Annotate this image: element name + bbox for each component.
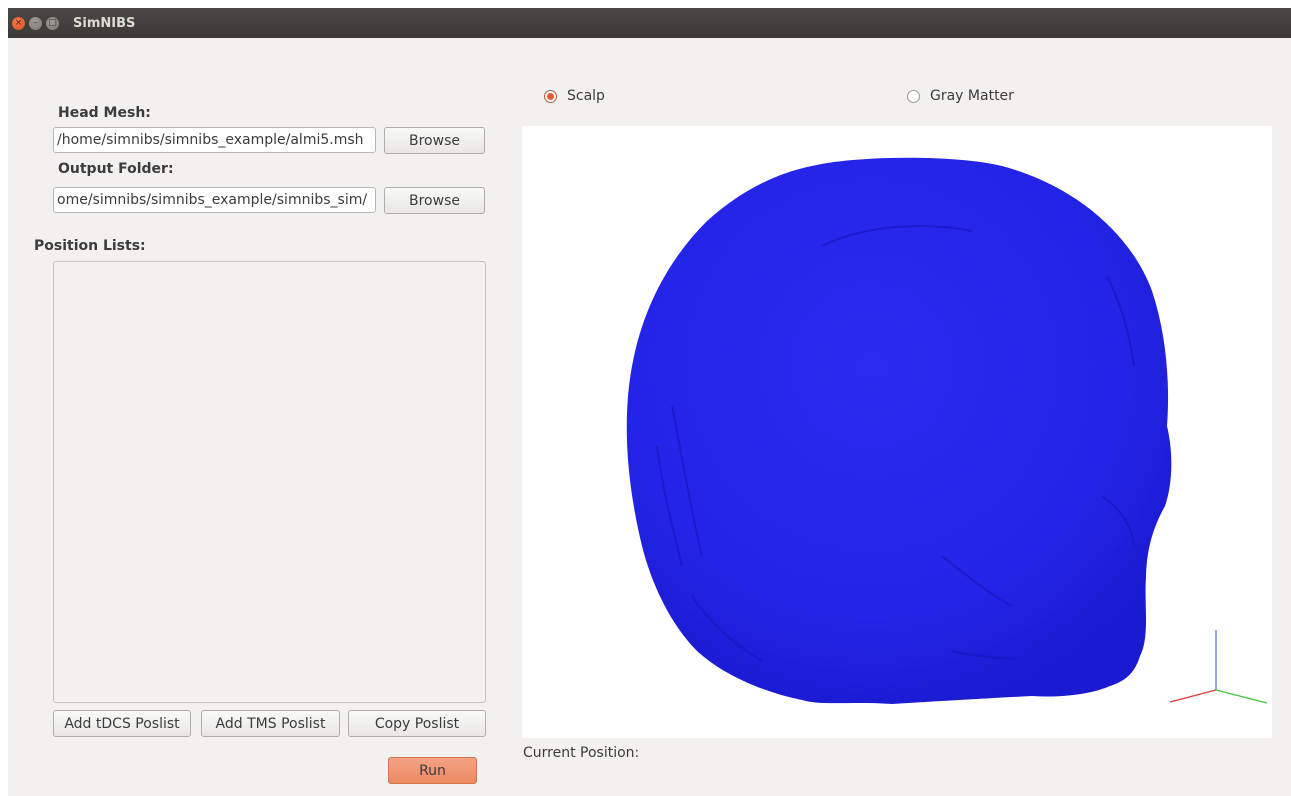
y-axis-line (1215, 689, 1268, 704)
3d-head-viewport[interactable] (522, 126, 1272, 738)
maximize-window-icon[interactable]: □ (46, 16, 59, 30)
head-mesh-browse-button[interactable]: Browse (384, 127, 485, 154)
axes-indicator (1169, 630, 1268, 704)
scalp-radio-label: Scalp (567, 88, 605, 104)
output-folder-label: Output Folder: (58, 161, 174, 177)
gray-matter-radio-indicator (907, 89, 920, 103)
head-mesh-label: Head Mesh: (58, 105, 151, 121)
minimize-window-icon[interactable]: – (29, 16, 42, 30)
add-tdcs-poslist-button[interactable]: Add tDCS Poslist (53, 710, 191, 737)
copy-poslist-button[interactable]: Copy Poslist (348, 710, 486, 737)
output-folder-path-field[interactable]: ome/simnibs/simnibs_example/simnibs_sim/ (53, 187, 376, 213)
close-window-icon[interactable]: × (12, 16, 25, 30)
scalp-mesh (626, 157, 1172, 704)
current-position-label: Current Position: (523, 745, 640, 761)
position-lists-box[interactable] (53, 261, 486, 703)
gray-matter-radio-label: Gray Matter (930, 88, 1014, 104)
gray-matter-radio[interactable]: Gray Matter (907, 88, 1014, 104)
simnibs-window: × – □ SimNIBS Head Mesh: /home/simnibs/s… (8, 8, 1291, 796)
output-folder-browse-button[interactable]: Browse (384, 187, 485, 214)
scalp-radio[interactable]: Scalp (544, 88, 605, 104)
run-button[interactable]: Run (388, 757, 477, 784)
position-lists-label: Position Lists: (34, 238, 146, 254)
head-mesh-path-field[interactable]: /home/simnibs/simnibs_example/almi5.msh (53, 127, 376, 153)
3d-scene (626, 157, 1268, 704)
scalp-radio-indicator (544, 89, 557, 103)
window-title: SimNIBS (73, 15, 136, 31)
title-bar: × – □ SimNIBS (8, 8, 1291, 38)
add-tms-poslist-button[interactable]: Add TMS Poslist (201, 710, 340, 737)
x-axis-line (1169, 689, 1217, 703)
